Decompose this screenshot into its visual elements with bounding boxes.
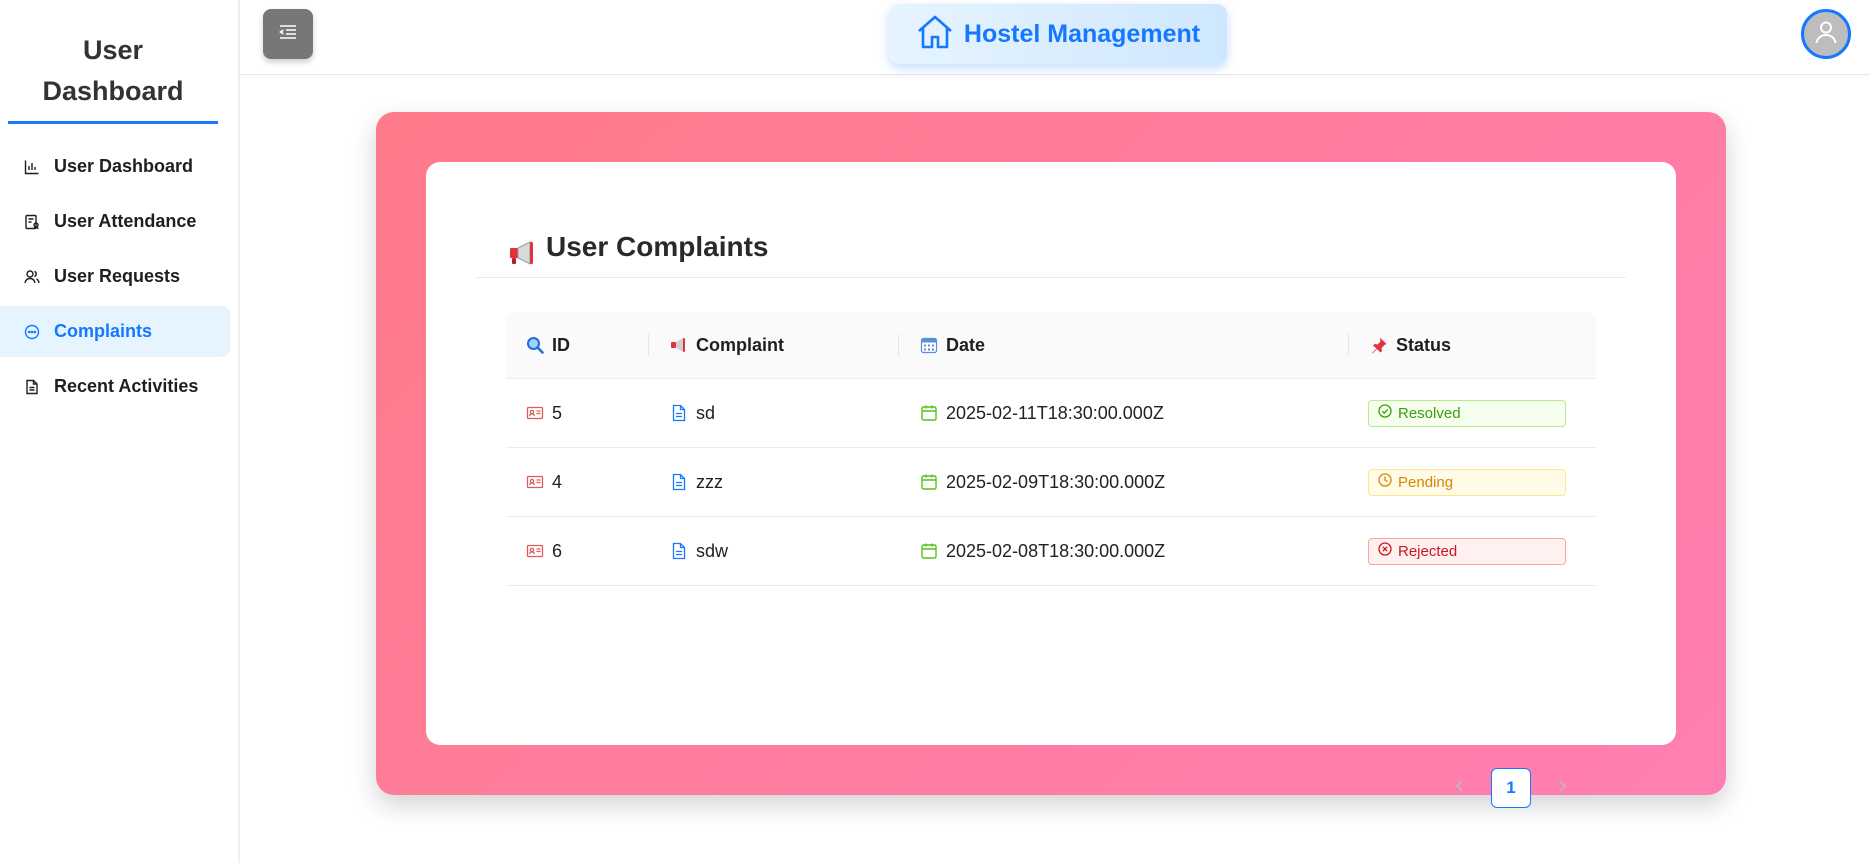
brand-banner: Hostel Management: [889, 4, 1227, 64]
main-panel: User Complaints ID Complaint Date Status…: [376, 112, 1726, 808]
cell-complaint: sd: [648, 403, 898, 424]
sidebar-item-label: User Attendance: [54, 211, 197, 231]
sidebar-menu: User Dashboard User Attendance User Requ…: [0, 141, 238, 412]
cell-status: Pending: [1348, 468, 1596, 496]
megaphone-icon: [670, 336, 688, 354]
column-header-complaint[interactable]: Complaint: [648, 334, 898, 356]
close-circle-icon: [1378, 542, 1392, 560]
chevron-right-icon: [1557, 779, 1567, 798]
cell-id: 4: [506, 472, 648, 493]
bar-chart-icon: [24, 159, 40, 175]
users-icon: [24, 269, 40, 285]
sidebar-item-label: Recent Activities: [54, 376, 199, 396]
status-text: Pending: [1398, 473, 1454, 491]
cell-id: 5: [506, 403, 648, 424]
prev-page-button[interactable]: [1451, 779, 1469, 797]
file-icon: [24, 379, 40, 395]
cell-status: Resolved: [1348, 399, 1596, 427]
id-card-icon: [526, 542, 544, 560]
page-number-button[interactable]: 1: [1491, 768, 1531, 808]
sidebar-item-user-attendance[interactable]: User Attendance: [0, 196, 230, 247]
sidebar-title: User Dashboard: [8, 0, 218, 124]
chat-icon: [24, 324, 40, 340]
table-row[interactable]: 6 sdw 2025-02-08T18:30:00.000Z Rejected: [506, 517, 1596, 586]
calendar-icon: [920, 542, 938, 560]
cell-date: 2025-02-09T18:30:00.000Z: [898, 472, 1348, 493]
column-header-date[interactable]: Date: [898, 334, 1348, 356]
column-label: ID: [552, 334, 570, 355]
sidebar-title-line1: User: [82, 35, 144, 65]
complaint-text: sdw: [696, 540, 729, 561]
id-value: 4: [552, 471, 563, 492]
next-page-button[interactable]: [1553, 779, 1571, 797]
sidebar-item-label: User Requests: [54, 266, 181, 286]
cell-complaint: zzz: [648, 472, 898, 493]
attendance-icon: [24, 214, 40, 230]
sidebar-item-complaints[interactable]: Complaints: [0, 306, 230, 357]
cell-date: 2025-02-08T18:30:00.000Z: [898, 541, 1348, 562]
pushpin-icon: [1370, 336, 1388, 354]
table-row[interactable]: 4 zzz 2025-02-09T18:30:00.000Z Pending: [506, 448, 1596, 517]
status-text: Resolved: [1398, 404, 1461, 422]
sidebar: User Dashboard User Dashboard User Atten…: [0, 0, 240, 863]
cell-id: 6: [506, 541, 648, 562]
check-circle-icon: [1378, 404, 1392, 422]
cell-status: Rejected: [1348, 537, 1596, 565]
table-row[interactable]: 5 sd 2025-02-11T18:30:00.000Z Resolved: [506, 379, 1596, 448]
cell-date: 2025-02-11T18:30:00.000Z: [898, 403, 1348, 424]
date-value: 2025-02-11T18:30:00.000Z: [946, 402, 1164, 423]
date-value: 2025-02-08T18:30:00.000Z: [946, 540, 1166, 561]
status-badge: Pending: [1368, 468, 1566, 496]
user-icon: [1813, 19, 1839, 50]
column-label: Complaint: [696, 334, 784, 355]
complaints-card: User Complaints ID Complaint Date Status…: [426, 162, 1676, 808]
chevron-left-icon: [1455, 779, 1465, 798]
sidebar-item-user-requests[interactable]: User Requests: [0, 251, 230, 302]
calendar-icon: [920, 336, 938, 354]
status-badge: Rejected: [1368, 537, 1566, 565]
top-header: Hostel Management: [240, 0, 1870, 75]
complaint-text: zzz: [696, 471, 723, 492]
date-value: 2025-02-09T18:30:00.000Z: [946, 471, 1166, 492]
complaints-table: ID Complaint Date Status 5 sd 2025-02-11…: [506, 312, 1596, 586]
column-label: Status: [1396, 334, 1452, 355]
sidebar-item-label: User Dashboard: [54, 156, 194, 176]
home-icon: [916, 14, 954, 55]
magnifier-icon: [526, 336, 544, 354]
clock-icon: [1378, 473, 1392, 491]
column-header-id[interactable]: ID: [506, 335, 648, 356]
table-header: ID Complaint Date Status: [506, 312, 1596, 379]
pagination: 1: [1451, 768, 1571, 808]
document-icon: [670, 404, 688, 422]
sidebar-item-user-dashboard[interactable]: User Dashboard: [0, 141, 230, 192]
page-title: User Complaints: [546, 230, 769, 262]
sidebar-title-line2: Dashboard: [42, 76, 184, 106]
cell-complaint: sdw: [648, 541, 898, 562]
status-text: Rejected: [1398, 542, 1458, 560]
sidebar-item-label: Complaints: [54, 321, 153, 341]
menu-fold-icon: [278, 24, 298, 45]
complaint-text: sd: [696, 402, 716, 423]
column-header-status[interactable]: Status: [1348, 334, 1596, 356]
column-label: Date: [946, 334, 986, 355]
card-header: User Complaints: [476, 228, 1626, 278]
menu-toggle-button[interactable]: [263, 9, 313, 59]
id-value: 6: [552, 540, 563, 561]
document-icon: [670, 473, 688, 491]
avatar[interactable]: [1801, 9, 1851, 59]
status-badge: Resolved: [1368, 399, 1566, 427]
id-card-icon: [526, 473, 544, 491]
megaphone-icon: [508, 239, 538, 267]
document-icon: [670, 542, 688, 560]
brand-title: Hostel Management: [963, 19, 1201, 48]
id-card-icon: [526, 404, 544, 422]
calendar-icon: [920, 404, 938, 422]
id-value: 5: [552, 402, 563, 423]
sidebar-item-recent-activities[interactable]: Recent Activities: [0, 361, 230, 412]
calendar-icon: [920, 473, 938, 491]
